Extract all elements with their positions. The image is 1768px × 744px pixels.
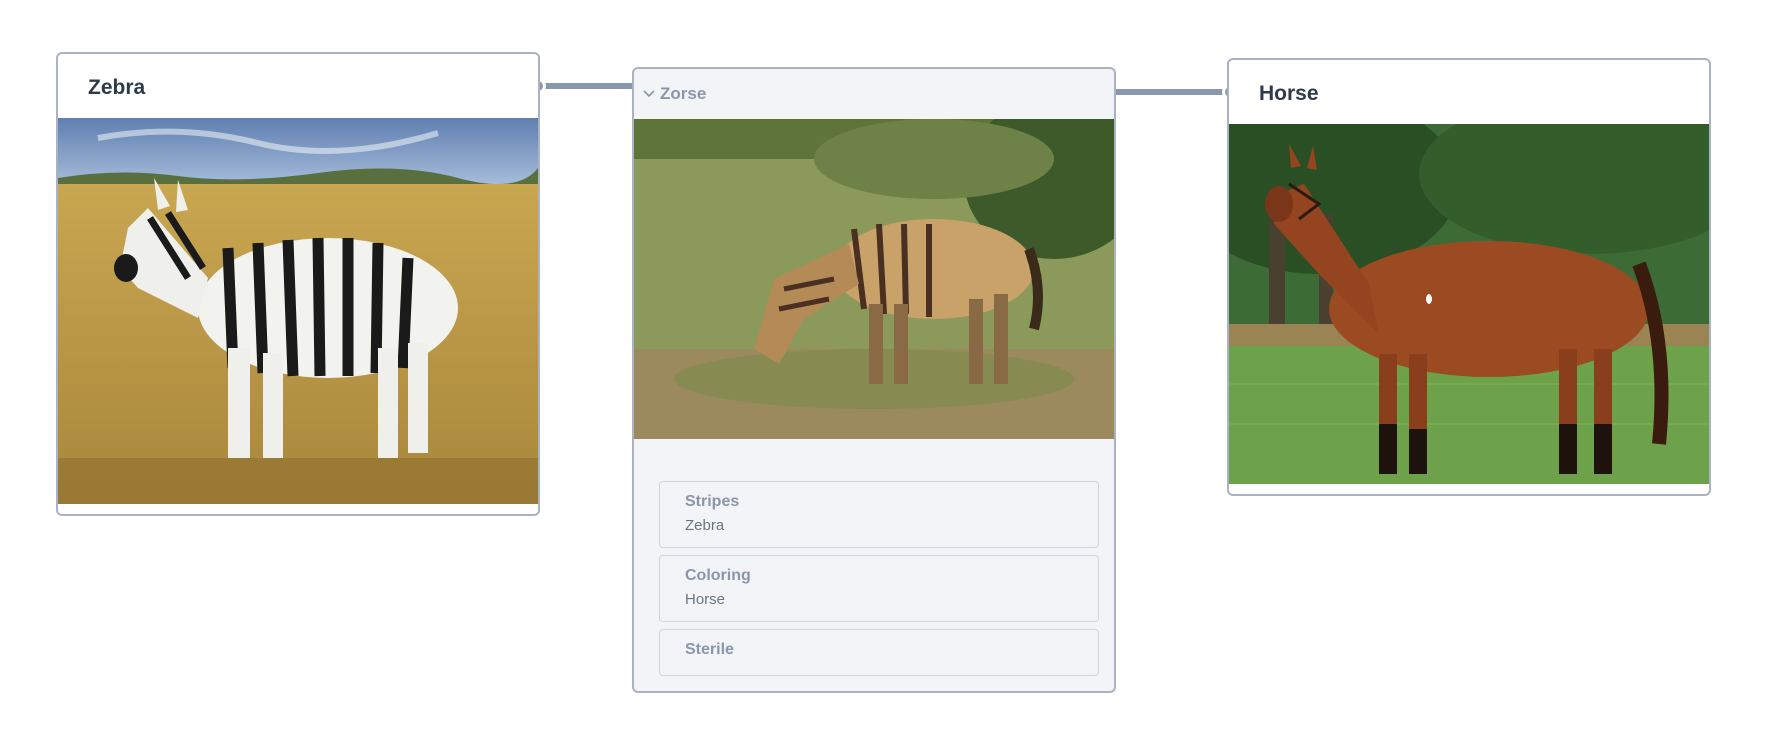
property-sterile[interactable]: Sterile [659, 629, 1099, 676]
node-zorse[interactable]: Zorse Stripes Zebra Coloring Horse Steri… [632, 67, 1116, 693]
horse-photo [1229, 124, 1709, 484]
node-horse[interactable]: Horse [1227, 58, 1711, 496]
property-stripes[interactable]: Stripes Zebra [659, 481, 1099, 548]
edge-zorse-horse [1114, 89, 1230, 95]
property-name: Sterile [685, 641, 734, 658]
property-value: Zebra [685, 517, 725, 534]
zebra-photo [58, 118, 538, 504]
node-title: Zorse [660, 84, 707, 103]
property-name: Coloring [685, 567, 751, 584]
zorse-photo [634, 119, 1114, 439]
property-value: Horse [685, 591, 726, 608]
chevron-down-icon[interactable] [642, 87, 656, 101]
node-zebra[interactable]: Zebra [56, 52, 540, 516]
node-title: Horse [1259, 82, 1319, 105]
property-name: Stripes [685, 493, 740, 510]
edge-zebra-zorse [538, 83, 634, 89]
node-title: Zebra [88, 76, 146, 99]
property-coloring[interactable]: Coloring Horse [659, 555, 1099, 622]
